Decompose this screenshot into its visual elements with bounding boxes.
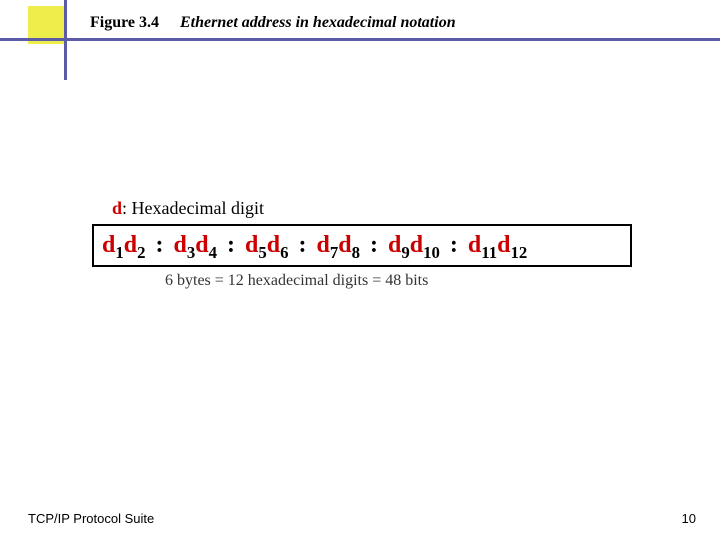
sub-5: 5 xyxy=(258,243,266,262)
page-number: 10 xyxy=(682,511,696,526)
d-glyph: d xyxy=(388,232,401,258)
d-glyph: d xyxy=(195,232,208,258)
sub-9: 9 xyxy=(401,243,409,262)
sub-6: 6 xyxy=(280,243,288,262)
figure-title: Ethernet address in hexadecimal notation xyxy=(180,14,456,32)
legend: d: Hexadecimal digit xyxy=(112,198,264,219)
address-format-box: d1d2 : d3d4 : d5d6 : d7d8 : d9d10 : d11d… xyxy=(92,224,632,267)
vertical-rule xyxy=(64,0,67,80)
colon-sep: : xyxy=(152,232,168,258)
d-glyph: d xyxy=(102,232,115,258)
colon-sep: : xyxy=(223,232,239,258)
sub-8: 8 xyxy=(352,243,360,262)
legend-text: : Hexadecimal digit xyxy=(122,198,264,218)
legend-symbol: d xyxy=(112,198,122,218)
sub-12: 12 xyxy=(510,243,527,262)
colon-sep: : xyxy=(446,232,462,258)
sub-4: 4 xyxy=(209,243,217,262)
sub-3: 3 xyxy=(187,243,195,262)
sub-10: 10 xyxy=(423,243,440,262)
d-glyph: d xyxy=(317,232,330,258)
sub-1: 1 xyxy=(115,243,123,262)
d-glyph: d xyxy=(410,232,423,258)
sub-7: 7 xyxy=(330,243,338,262)
d-glyph: d xyxy=(267,232,280,258)
colon-sep: : xyxy=(295,232,311,258)
d-glyph: d xyxy=(174,232,187,258)
horizontal-rule xyxy=(0,38,720,41)
d-glyph: d xyxy=(338,232,351,258)
figure-caption: 6 bytes = 12 hexadecimal digits = 48 bit… xyxy=(165,272,428,290)
sub-2: 2 xyxy=(137,243,145,262)
figure-label: Figure 3.4 xyxy=(90,14,159,32)
d-glyph: d xyxy=(497,232,510,258)
d-glyph: d xyxy=(468,232,481,258)
footer-text: TCP/IP Protocol Suite xyxy=(28,511,154,526)
d-glyph: d xyxy=(245,232,258,258)
sub-11: 11 xyxy=(481,243,497,262)
colon-sep: : xyxy=(366,232,382,258)
d-glyph: d xyxy=(124,232,137,258)
